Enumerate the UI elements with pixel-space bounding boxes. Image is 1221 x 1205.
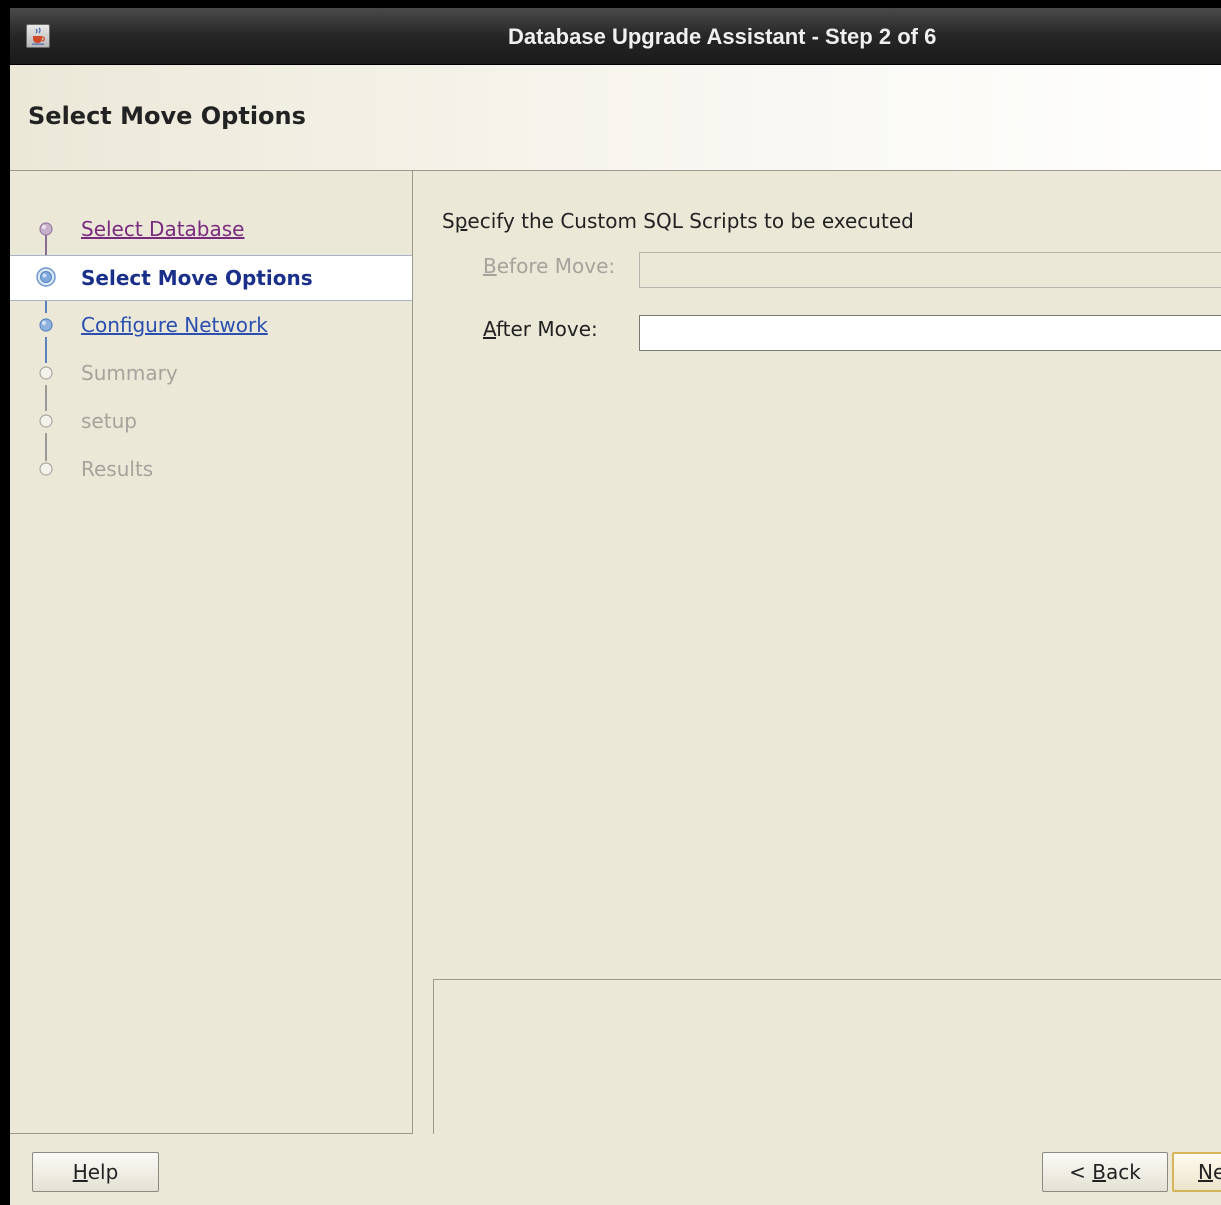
instruction-mnemonic: p: [454, 209, 468, 233]
step-setup: setup: [10, 399, 412, 445]
label-text: fter Move:: [495, 317, 598, 341]
page-title: Select Move Options: [28, 102, 306, 130]
step-label: Select Move Options: [81, 266, 313, 290]
step-label[interactable]: Select Database: [81, 217, 245, 241]
button-label: <: [1069, 1160, 1093, 1184]
label-text: efore Move:: [496, 254, 616, 278]
button-label: elp: [87, 1160, 119, 1184]
back-button[interactable]: < Back: [1042, 1152, 1168, 1192]
step-label[interactable]: Configure Network: [81, 313, 268, 337]
label-mnemonic: B: [483, 254, 497, 278]
step-select-database[interactable]: Select Database: [10, 207, 412, 253]
step-summary: Summary: [10, 351, 412, 397]
after-move-field[interactable]: [639, 315, 1221, 351]
after-move-input[interactable]: [640, 316, 1221, 350]
button-label: ext >: [1212, 1160, 1221, 1184]
step-disabled-node-icon: [39, 462, 53, 476]
dbua-window: Database Upgrade Assistant - Step 2 of 6…: [10, 8, 1221, 1205]
before-move-field[interactable]: [639, 252, 1221, 288]
step-link-node-icon: [39, 318, 53, 332]
step-disabled-node-icon: [39, 414, 53, 428]
step-configure-network[interactable]: Configure Network: [10, 303, 412, 349]
step-disabled-node-icon: [39, 366, 53, 380]
after-move-label: After Move:: [483, 317, 598, 341]
message-area: [433, 979, 1221, 1135]
button-bar: Help < Back Next >: [10, 1134, 1221, 1205]
step-select-move-options[interactable]: Select Move Options: [10, 255, 412, 301]
before-move-input[interactable]: [640, 253, 1221, 287]
before-move-label: Before Move:: [483, 254, 615, 278]
step-visited-node-icon: [39, 222, 53, 236]
help-button[interactable]: Help: [32, 1152, 159, 1192]
step-label: setup: [81, 409, 137, 433]
button-mnemonic: B: [1092, 1160, 1106, 1184]
next-button[interactable]: Next >: [1172, 1152, 1221, 1192]
page-header: Select Move Options: [10, 65, 1221, 171]
instruction-text: Specify the Custom SQL Scripts to be exe…: [442, 209, 914, 233]
instruction-text-part: ecify the Custom SQL Scripts to be execu…: [467, 209, 914, 233]
wizard-steps-panel: Select Database Select Move Options Conf…: [10, 171, 413, 1134]
label-mnemonic: A: [483, 317, 496, 341]
title-bar[interactable]: Database Upgrade Assistant - Step 2 of 6: [10, 8, 1221, 65]
button-mnemonic: N: [1198, 1160, 1213, 1184]
step-current-node-icon: [36, 267, 56, 287]
content-panel: Specify the Custom SQL Scripts to be exe…: [413, 171, 1221, 1135]
instruction-text-part: S: [442, 209, 455, 233]
button-mnemonic: H: [72, 1160, 88, 1184]
step-label: Summary: [81, 361, 178, 385]
window-title: Database Upgrade Assistant - Step 2 of 6: [508, 24, 937, 49]
step-label: Results: [81, 457, 154, 481]
button-label: ack: [1106, 1160, 1141, 1184]
step-results: Results: [10, 447, 412, 493]
java-cup-icon[interactable]: [26, 24, 50, 48]
